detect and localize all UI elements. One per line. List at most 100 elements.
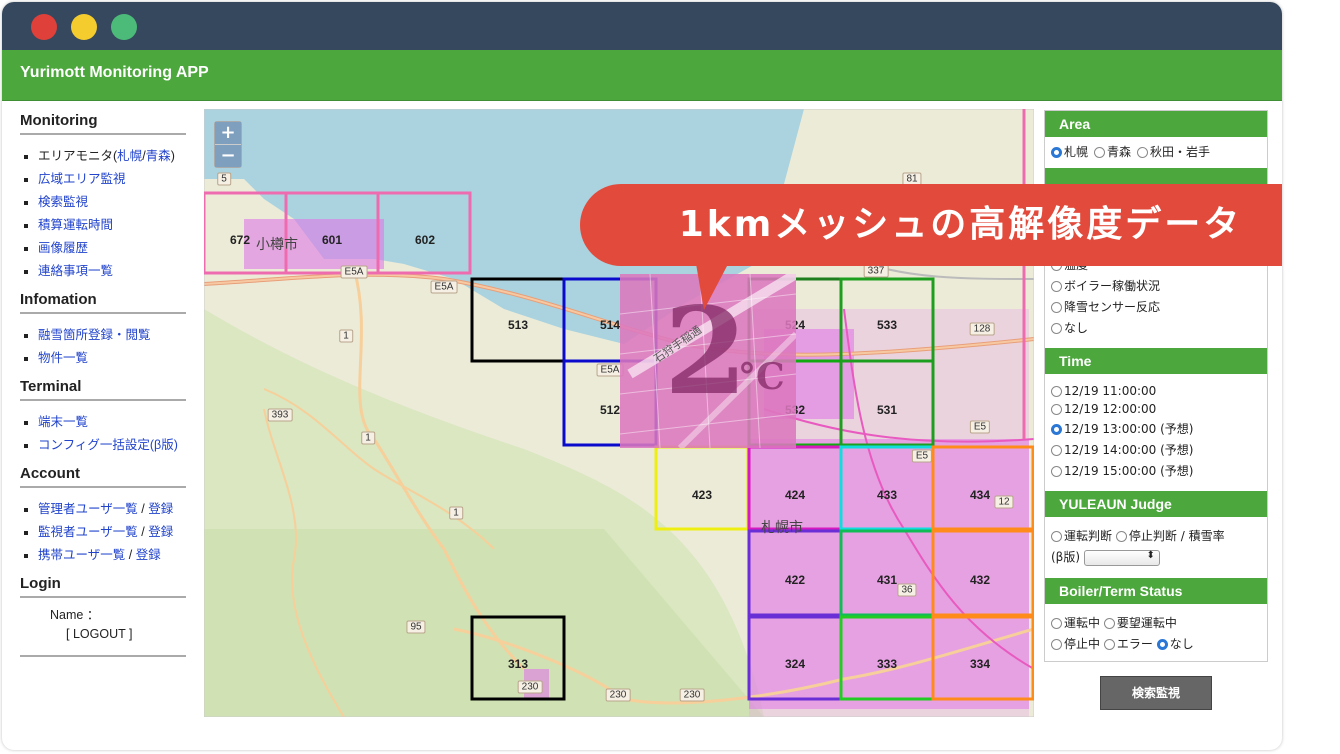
road-number: 230: [517, 680, 543, 694]
status-radio-error[interactable]: エラー: [1103, 637, 1153, 651]
nav-link-image-history[interactable]: 画像履歴: [38, 241, 88, 255]
mesh-label[interactable]: 324: [785, 657, 805, 671]
nav-link-terminals[interactable]: 端末一覧: [38, 415, 88, 429]
status-radio-requested[interactable]: 要望運転中: [1103, 616, 1177, 630]
status-radio-none[interactable]: なし: [1156, 637, 1194, 651]
sep: /: [141, 502, 145, 516]
nav-link-monitor-register[interactable]: 登録: [148, 525, 173, 539]
view-option-label: なし: [1064, 321, 1089, 335]
nav-item: 画像履歴: [38, 237, 186, 256]
mesh-label[interactable]: 512: [600, 403, 620, 417]
mesh-label[interactable]: 431: [877, 573, 897, 587]
tile-temperature-unit: °C: [738, 356, 785, 398]
radio-selected-icon: [1051, 424, 1062, 435]
road-number: 337: [863, 264, 889, 278]
nav-link-monitor-users[interactable]: 監視者ユーザ一覧: [38, 525, 138, 539]
road-number: 1: [339, 329, 353, 343]
mesh-label[interactable]: 433: [877, 488, 897, 502]
app-title: Yurimott Monitoring APP: [20, 64, 209, 81]
sidebar-nav: Monitoring エリアモニタ(札幌/青森) 広域エリア監視 検索監視 積算…: [20, 112, 186, 657]
area-radio-aomori[interactable]: 青森: [1094, 143, 1131, 160]
mesh-label[interactable]: 531: [877, 403, 897, 417]
maximize-window-button[interactable]: [111, 14, 137, 40]
mesh-label[interactable]: 313: [508, 657, 528, 671]
mesh-label[interactable]: 602: [415, 233, 435, 247]
nav-link-admin-users[interactable]: 管理者ユーザ一覧: [38, 502, 138, 516]
view-option-label: ボイラー稼働状況: [1064, 279, 1161, 293]
area-monitor-sapporo-link[interactable]: 札幌: [117, 149, 142, 163]
nav-item: 積算運転時間: [38, 214, 186, 233]
nav-link-snowmelt-sites[interactable]: 融雪箇所登録・閲覧: [38, 328, 151, 342]
radio-icon: [1051, 404, 1062, 415]
time-radio[interactable]: 12/19 14:00:00 (予想): [1051, 441, 1261, 458]
mesh-label[interactable]: 432: [970, 573, 990, 587]
mesh-label[interactable]: 513: [508, 318, 528, 332]
mesh-label[interactable]: 423: [692, 488, 712, 502]
mesh-label[interactable]: 424: [785, 488, 805, 502]
mesh-label[interactable]: 334: [970, 657, 990, 671]
radio-icon: [1103, 638, 1115, 650]
zoom-control: + −: [214, 121, 242, 168]
road-number: 5: [217, 172, 231, 186]
terminal-list: 端末一覧 コンフィグ一括設定(β版): [20, 411, 186, 453]
status-radio-stopped[interactable]: 停止中: [1051, 637, 1100, 651]
time-radio[interactable]: 12/19 11:00:00: [1051, 384, 1261, 398]
mesh-label[interactable]: 422: [785, 573, 805, 587]
status-radio-running[interactable]: 運転中: [1051, 616, 1100, 630]
nav-link-notices[interactable]: 連絡事項一覧: [38, 264, 113, 278]
judge-radio-stop[interactable]: 停止判断: [1115, 529, 1177, 543]
nav-link-mobile-users[interactable]: 携帯ユーザ一覧: [38, 548, 125, 562]
sep: /: [128, 548, 133, 562]
road-number: E5: [969, 420, 991, 434]
nav-heading-account: Account: [20, 465, 186, 488]
login-name-label: Name ：: [50, 608, 100, 622]
mesh-label[interactable]: 533: [877, 318, 897, 332]
radio-icon: [1051, 531, 1062, 542]
area-radio-sapporo[interactable]: 札幌: [1051, 143, 1088, 160]
search-monitor-button[interactable]: 検索監視: [1100, 676, 1212, 710]
zoom-out-button[interactable]: −: [215, 145, 241, 167]
nav-link-mobile-register[interactable]: 登録: [136, 548, 161, 562]
nav-link-properties[interactable]: 物件一覧: [38, 351, 88, 365]
snow-rate-select[interactable]: ⬍: [1083, 549, 1160, 566]
time-radio[interactable]: 12/19 13:00:00 (予想): [1051, 420, 1261, 437]
status-option-label: 運転中: [1064, 615, 1101, 630]
view-radio-none[interactable]: なし: [1051, 319, 1261, 336]
nav-heading-monitoring: Monitoring: [20, 112, 186, 135]
nav-item: 監視者ユーザ一覧 / 登録: [38, 521, 186, 540]
nav-link-operating-time[interactable]: 積算運転時間: [38, 218, 113, 232]
area-option-label: 青森: [1107, 145, 1132, 159]
status-option-label: 停止中: [1064, 636, 1101, 651]
radio-icon: [1051, 445, 1062, 456]
radio-icon: [1051, 302, 1062, 313]
time-option-label: 12/19 11:00:00: [1064, 384, 1157, 398]
mesh-label[interactable]: 672: [230, 233, 250, 247]
time-radio[interactable]: 12/19 15:00:00 (予想): [1051, 462, 1261, 479]
judge-radio-run[interactable]: 運転判断: [1051, 529, 1112, 543]
nav-link-bulk-config[interactable]: コンフィグ一括設定(β版): [38, 438, 178, 452]
snow-rate-label: 積雪率: [1188, 529, 1225, 543]
monitoring-list: エリアモニタ(札幌/青森) 広域エリア監視 検索監視 積算運転時間 画像履歴 連…: [20, 145, 186, 279]
mesh-label[interactable]: 434: [970, 488, 990, 502]
mesh-label[interactable]: 601: [322, 233, 342, 247]
logout-link[interactable]: [ LOGOUT ]: [48, 627, 186, 641]
callout-bubble: 1kmメッシュの高解像度データ: [580, 184, 1282, 266]
time-radio[interactable]: 12/19 12:00:00: [1051, 402, 1261, 416]
select-arrow-icon: ⬍: [1146, 549, 1155, 561]
area-radio-akita-iwate[interactable]: 秋田・岩手: [1137, 143, 1210, 160]
mesh-label[interactable]: 333: [877, 657, 897, 671]
radio-icon: [1051, 323, 1062, 334]
mesh-label[interactable]: 514: [600, 318, 620, 332]
nav-link-admin-register[interactable]: 登録: [148, 502, 173, 516]
minimize-window-button[interactable]: [71, 14, 97, 40]
nav-link-search-monitor[interactable]: 検索監視: [38, 195, 88, 209]
area-monitor-aomori-link[interactable]: 青森: [146, 149, 171, 163]
view-radio-boiler[interactable]: ボイラー稼働状況: [1051, 277, 1261, 294]
view-radio-snow-sensor[interactable]: 降雪センサー反応: [1051, 298, 1261, 315]
nav-link-wide-area[interactable]: 広域エリア監視: [38, 172, 126, 186]
close-window-button[interactable]: [31, 14, 57, 40]
zoom-in-button[interactable]: +: [215, 122, 241, 145]
place-label-otaru: 小樽市: [256, 237, 298, 253]
area-monitor-link[interactable]: エリアモニタ(札幌/青森): [38, 149, 175, 163]
road-number: 393: [267, 408, 293, 422]
